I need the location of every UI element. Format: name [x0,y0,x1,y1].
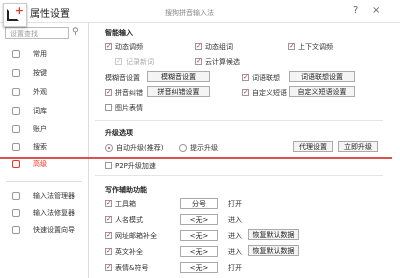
checkbox-url-complete[interactable]: ✓ [105,232,112,239]
word-assoc-settings-button[interactable]: 词语联想设置 [289,71,355,82]
advanced-icon [12,160,20,168]
hotkey-name-mode[interactable]: <无> [180,214,218,225]
action-emoji-symbol: 打开 [228,264,242,272]
label-url-complete: 网址邮箱补全 [115,232,157,240]
checkbox-toolbox[interactable]: ✓ [105,200,112,207]
label-name-mode: 人名模式 [115,216,143,224]
common-icon [12,50,20,58]
search-icon[interactable]: ⚲ [72,27,79,37]
checkbox-emoji-symbol[interactable]: ✓ [105,264,112,271]
hotkey-english-complete[interactable]: <无> [180,246,218,257]
ime-repair-icon [12,209,20,217]
section-smart-input: 智能输入 [105,29,133,37]
label-auto-upgrade: 自动升级(推荐) [116,144,164,152]
upgrade-now-button[interactable]: 立即升级 [338,141,378,152]
appearance-icon [12,88,20,96]
settings-search-input[interactable]: 设置查找 [5,27,69,39]
section-upgrade: 升级选项 [105,129,133,137]
checkbox-custom-phrase[interactable]: ✓ [242,89,249,96]
action-name-mode: 进入 [228,216,242,224]
app-logo-icon: + [3,3,27,27]
radio-notify-upgrade[interactable] [179,144,187,152]
hotkey-emoji-symbol[interactable]: <无> [180,262,218,273]
sidebar-item-quick-setup[interactable]: 快速设置向导 [0,223,88,237]
settings-content: 智能输入 ✓ 动态调频 ✓ 动态组词 ✓ 上下文调频 ✓ 记录新词 ✓ 云计算候… [95,25,400,278]
label-remember-new: 记录新词 [126,58,154,66]
label-dynamic-phrase: 动态组词 [205,43,233,51]
account-icon [12,125,20,133]
label-p2p: P2P升级加速 [115,162,156,170]
checkbox-dynamic-adjust[interactable]: ✓ [105,43,112,50]
checkbox-context-predict[interactable]: ✓ [288,43,295,50]
checkbox-picture-expression[interactable] [105,104,112,111]
radio-auto-upgrade[interactable] [105,144,113,152]
checkbox-cloud-compute[interactable]: ✓ [195,58,202,65]
sidebar-item-ime-manager[interactable]: 输入法管理器 [0,189,88,203]
sidebar: 设置查找 ⚲ 常用 按键 外观 词库 账户 搜索 高级 输入法管理器 输入法修复… [0,23,89,278]
close-button[interactable]: × [372,5,380,16]
checkbox-pinyin-correct[interactable]: ✓ [105,89,112,96]
app-name: 搜狗拼音输入法 [165,9,214,17]
sidebar-item-advanced[interactable]: 高级 [0,157,88,171]
label-word-assoc: 词语联想 [252,74,280,82]
restore-default-url-button[interactable]: 恢复默认数据 [248,229,299,240]
ime-manager-icon [12,192,20,200]
label-picture-expression: 图片表情 [115,104,143,112]
sidebar-item-search[interactable]: 搜索 [0,140,88,154]
window-title: 属性设置 [30,9,70,20]
sidebar-item-ime-repair[interactable]: 输入法修复器 [0,206,88,220]
label-english-complete: 英文补全 [115,248,143,256]
sidebar-item-dictionary[interactable]: 词库 [0,104,88,118]
dictionary-icon [12,107,20,115]
label-pinyin-correct: 拼音纠错 [115,89,143,97]
keyboard-icon [12,69,20,77]
sidebar-item-common[interactable]: 常用 [0,47,88,61]
label-dynamic-adjust: 动态调频 [115,43,143,51]
label-cloud-compute: 云计算候选 [205,58,240,66]
fuzzy-settings-button[interactable]: 模糊音设置 [147,71,210,82]
checkbox-name-mode[interactable]: ✓ [105,216,112,223]
checkbox-english-complete[interactable]: ✓ [105,248,112,255]
action-toolbox: 打开 [228,200,242,208]
checkbox-remember-new[interactable]: ✓ [115,58,122,65]
custom-phrase-settings-button[interactable]: 自定义短语设置 [289,86,355,97]
checkbox-dynamic-phrase[interactable]: ✓ [195,43,202,50]
sidebar-divider [6,181,82,182]
section-divider [95,175,383,176]
action-url-complete: 进入 [228,232,242,240]
hotkey-toolbox[interactable]: 分号 [180,198,218,209]
restore-default-english-button[interactable]: 恢复默认数据 [248,245,299,256]
sidebar-item-appearance[interactable]: 外观 [0,85,88,99]
label-custom-phrase: 自定义短语 [252,89,287,97]
hotkey-url-complete[interactable]: <无> [180,230,218,241]
proxy-settings-button[interactable]: 代理设置 [293,141,333,152]
action-english-complete: 进入 [228,248,242,256]
sidebar-item-account[interactable]: 账户 [0,122,88,136]
checkbox-word-assoc[interactable]: ✓ [242,74,249,81]
section-writing: 写作辅助功能 [105,186,147,194]
quick-setup-icon [12,226,20,234]
search-nav-icon [12,143,20,151]
title-bar: + 属性设置 搜狗拼音输入法 ? × [0,0,400,27]
label-emoji-symbol: 表情&符号 [115,264,149,272]
sidebar-item-keys[interactable]: 按键 [0,66,88,80]
section-divider [95,120,383,121]
help-button[interactable]: ? [353,5,358,16]
label-toolbox: 工具箱 [115,200,136,208]
pinyin-correct-settings-button[interactable]: 拼音纠错设置 [147,86,210,97]
label-fuzzy: 模糊音设置 [105,74,140,82]
checkbox-p2p[interactable] [105,162,112,169]
label-context-predict: 上下文调频 [298,43,333,51]
label-notify-upgrade: 提示升级 [190,144,218,152]
